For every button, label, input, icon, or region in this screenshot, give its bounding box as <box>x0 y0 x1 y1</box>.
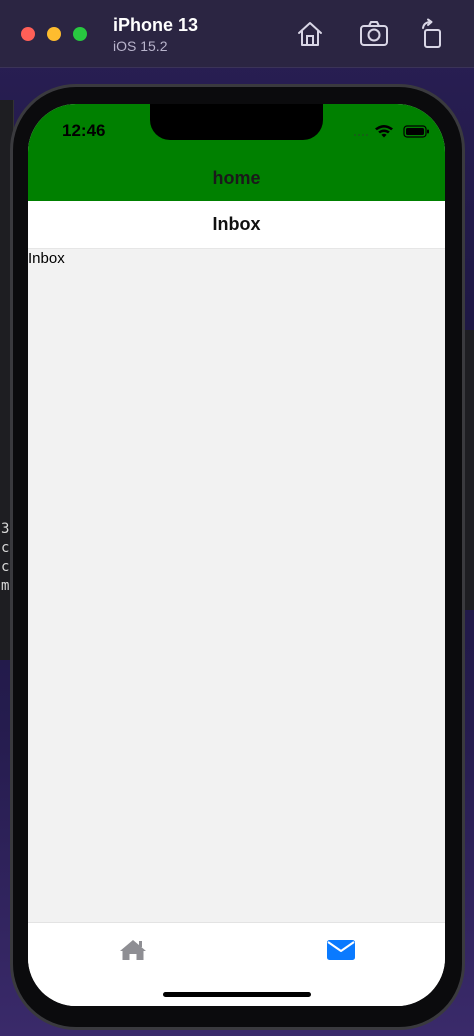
simulator-home-button[interactable] <box>294 18 326 50</box>
status-icons <box>352 123 432 139</box>
content-label: Inbox <box>28 250 65 267</box>
phone-screen: 12:46 home Inbox Inbox <box>28 104 445 1006</box>
nav-title: Inbox <box>212 214 261 234</box>
minimize-window-button[interactable] <box>47 27 61 41</box>
tab-bar <box>28 922 445 1006</box>
header-title: home <box>212 168 261 188</box>
simulator-title-bar: iPhone 13 iOS 15.2 <box>0 0 474 68</box>
simulator-screenshot-button[interactable] <box>358 18 390 50</box>
status-time: 12:46 <box>62 121 106 140</box>
home-icon <box>120 940 146 960</box>
zoom-window-button[interactable] <box>73 27 87 41</box>
tab-home[interactable] <box>118 937 148 963</box>
close-window-button[interactable] <box>21 27 35 41</box>
cellular-dots <box>354 134 368 136</box>
envelope-icon <box>327 940 355 960</box>
simulator-rotate-button[interactable] <box>416 18 448 50</box>
battery-icon <box>403 125 429 138</box>
tab-inbox[interactable] <box>326 937 356 963</box>
home-indicator[interactable] <box>163 992 311 997</box>
screenshot-icon <box>360 21 388 46</box>
device-os-version: iOS 15.2 <box>113 38 168 54</box>
rotate-icon <box>422 18 441 48</box>
home-icon <box>298 22 322 46</box>
wifi-icon <box>375 125 393 138</box>
navigation-bar: Inbox <box>28 201 445 249</box>
phone-notch <box>150 104 323 140</box>
device-name: iPhone 13 <box>113 15 199 35</box>
